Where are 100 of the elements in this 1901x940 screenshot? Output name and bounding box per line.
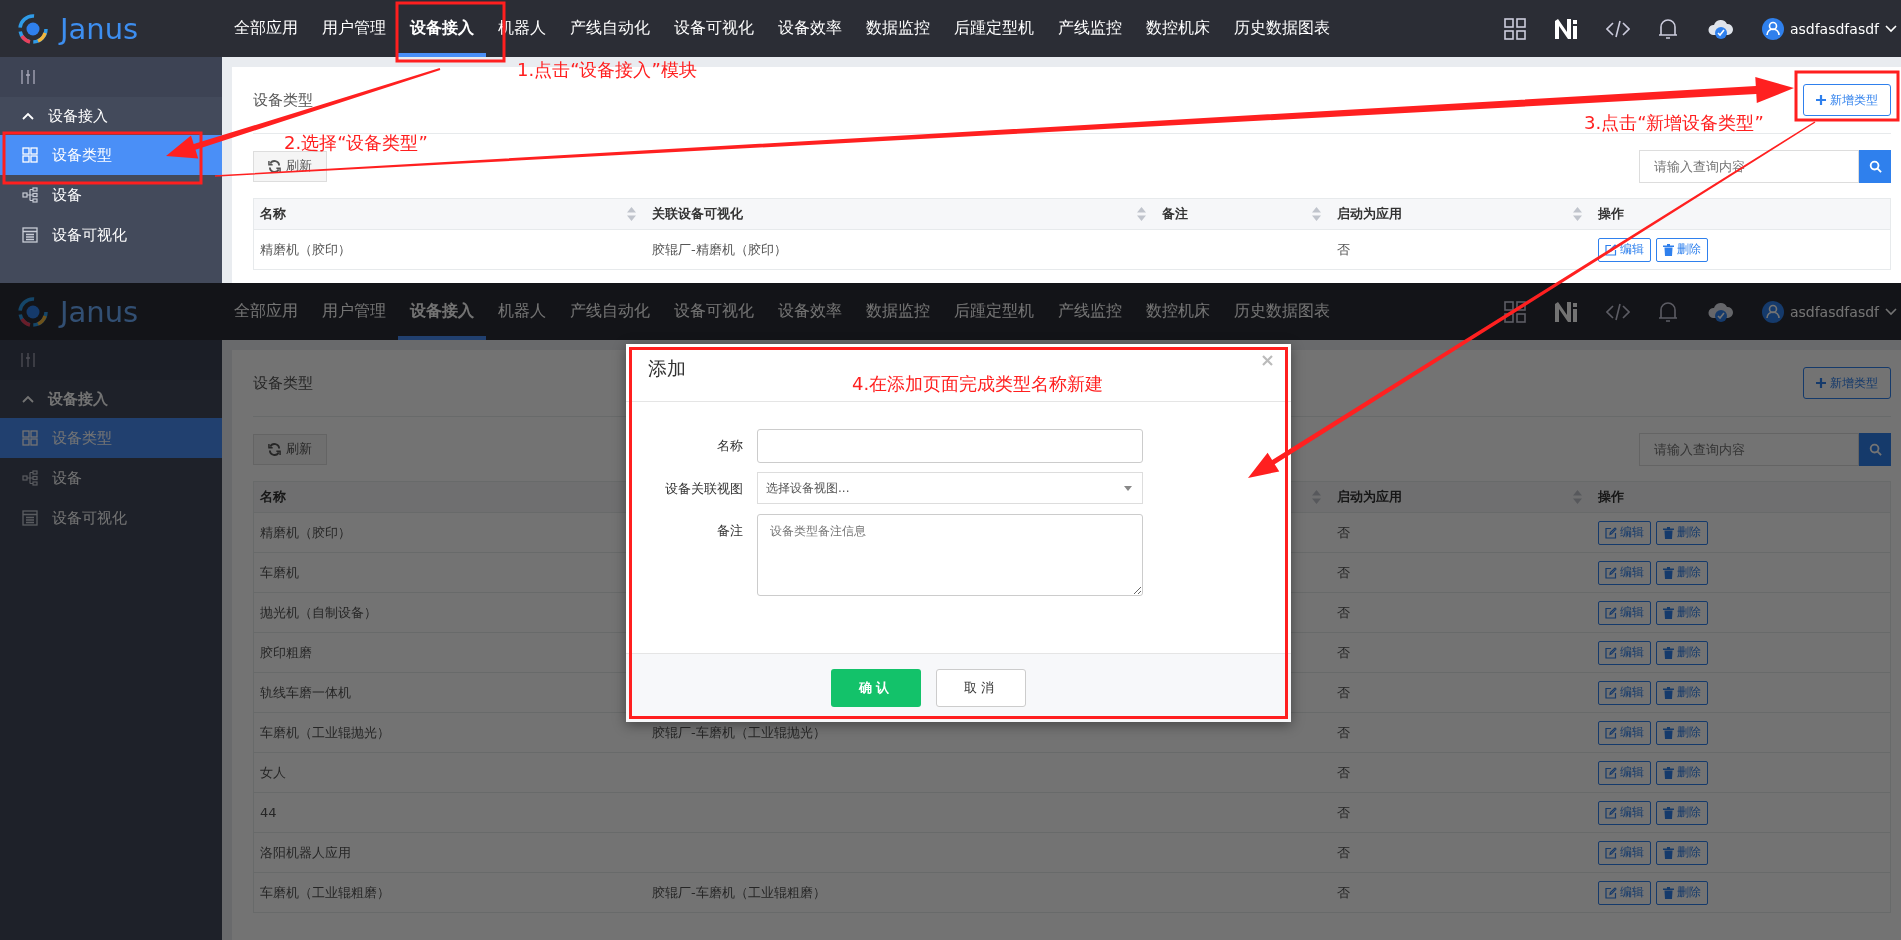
- sidebar-group-label: 设备接入: [48, 389, 108, 409]
- delete-button[interactable]: 删除: [1656, 720, 1708, 745]
- edit-button[interactable]: 编辑: [1598, 600, 1651, 625]
- table-cell: 车磨机（工业辊粗磨）: [260, 883, 390, 902]
- close-icon[interactable]: [1262, 355, 1273, 366]
- name-input[interactable]: [757, 429, 1143, 463]
- chevron-icon: [22, 112, 34, 120]
- nav-tab[interactable]: 用户管理: [310, 0, 398, 57]
- nav-tab[interactable]: 设备接入: [398, 283, 486, 340]
- edit-button[interactable]: 编辑: [1598, 760, 1651, 785]
- search-button[interactable]: [1859, 149, 1891, 183]
- nav-tab[interactable]: 机器人: [486, 283, 558, 340]
- delete-button[interactable]: 删除: [1656, 680, 1708, 705]
- delete-button[interactable]: 删除: [1656, 600, 1708, 625]
- nav-tab[interactable]: 设备可视化: [662, 283, 766, 340]
- nav-tab[interactable]: 产线自动化: [558, 283, 662, 340]
- user-name[interactable]: asdfasdfasdf: [1789, 303, 1879, 320]
- chevron-icon: [22, 395, 34, 403]
- delete-button[interactable]: 删除: [1656, 840, 1708, 865]
- field-label: 名称: [716, 437, 744, 455]
- sidebar-item[interactable]: 设备: [0, 458, 222, 498]
- nav-tab[interactable]: 全部应用: [222, 0, 310, 57]
- column-header[interactable]: 启动为应用: [1337, 488, 1402, 506]
- delete-button[interactable]: 删除: [1656, 560, 1708, 585]
- delete-button[interactable]: 删除: [1656, 237, 1708, 262]
- nav-tab[interactable]: 数据监控: [854, 0, 942, 57]
- remark-textarea[interactable]: 设备类型备注信息: [757, 514, 1143, 596]
- refresh-icon: [268, 159, 281, 173]
- delete-button[interactable]: 删除: [1656, 760, 1708, 785]
- tree-icon: [22, 187, 38, 203]
- column-header[interactable]: 操作: [1598, 488, 1624, 506]
- column-header[interactable]: 启动为应用: [1337, 205, 1402, 223]
- view-select[interactable]: 选择设备视图...: [757, 472, 1143, 504]
- edit-button[interactable]: 编辑: [1598, 640, 1651, 665]
- nav-tab[interactable]: 后踵定型机: [942, 283, 1046, 340]
- avatar-icon[interactable]: [1761, 17, 1784, 40]
- nav-tab[interactable]: 产线自动化: [558, 0, 662, 57]
- search-icon: [1868, 442, 1882, 456]
- sidebar-item[interactable]: 设备可视化: [0, 215, 222, 255]
- user-name[interactable]: asdfasdfasdf: [1789, 20, 1879, 37]
- edit-icon: [1605, 566, 1617, 579]
- edit-button[interactable]: 编辑: [1598, 680, 1651, 705]
- collapse-icon[interactable]: [20, 69, 36, 85]
- nav-tab[interactable]: 数控机床: [1134, 283, 1222, 340]
- sidebar-group[interactable]: 设备接入: [0, 97, 222, 135]
- trash-icon: [1663, 606, 1674, 619]
- edit-button[interactable]: 编辑: [1598, 800, 1651, 825]
- nav-tab[interactable]: 历史数据图表: [1222, 0, 1342, 57]
- logo-icon: [16, 11, 50, 46]
- edit-button[interactable]: 编辑: [1598, 840, 1651, 865]
- column-header[interactable]: 关联设备可视化: [652, 205, 743, 223]
- dropdown-caret-icon: [1124, 485, 1132, 491]
- nav-tab[interactable]: 设备效率: [766, 0, 854, 57]
- nav-tab[interactable]: 数据监控: [854, 283, 942, 340]
- nav-tab[interactable]: 产线监控: [1046, 283, 1134, 340]
- nav-tab[interactable]: 用户管理: [310, 283, 398, 340]
- table-cell: 否: [1337, 763, 1350, 782]
- column-header[interactable]: 名称: [260, 205, 286, 223]
- nav-tab[interactable]: 全部应用: [222, 283, 310, 340]
- edit-button[interactable]: 编辑: [1598, 560, 1651, 585]
- nav-tab[interactable]: 设备接入: [398, 0, 486, 57]
- cancel-button[interactable]: 取消: [936, 669, 1026, 707]
- edit-button[interactable]: 编辑: [1598, 237, 1651, 262]
- search-icon: [1868, 159, 1882, 173]
- sidebar-item[interactable]: 设备可视化: [0, 498, 222, 538]
- sidebar-group[interactable]: 设备接入: [0, 380, 222, 418]
- add-type-button[interactable]: 新增类型: [1803, 84, 1891, 116]
- delete-button[interactable]: 删除: [1656, 800, 1708, 825]
- field-label: 备注: [716, 522, 744, 540]
- search-button[interactable]: [1859, 432, 1891, 466]
- delete-button[interactable]: 删除: [1656, 640, 1708, 665]
- code-icon[interactable]: [1605, 18, 1630, 39]
- column-header[interactable]: 名称: [260, 488, 286, 506]
- apps-grid-icon[interactable]: [1503, 300, 1526, 323]
- brand-mark-icon[interactable]: [1553, 17, 1578, 40]
- sidebar-item[interactable]: 设备类型: [0, 135, 222, 175]
- sidebar-group-label: 设备接入: [48, 106, 108, 126]
- nav-tab[interactable]: 设备效率: [766, 283, 854, 340]
- apps-grid-icon[interactable]: [1503, 17, 1526, 40]
- edit-button[interactable]: 编辑: [1598, 520, 1651, 545]
- delete-button[interactable]: 删除: [1656, 880, 1708, 905]
- sidebar-item[interactable]: 设备: [0, 175, 222, 215]
- table-cell: 胶印粗磨: [260, 643, 312, 662]
- refresh-button[interactable]: 刷新: [253, 433, 327, 465]
- confirm-button[interactable]: 确认: [831, 669, 921, 707]
- edit-button[interactable]: 编辑: [1598, 880, 1651, 905]
- column-header[interactable]: 备注: [1162, 205, 1188, 223]
- nav-tab[interactable]: 数控机床: [1134, 0, 1222, 57]
- column-header[interactable]: 操作: [1598, 205, 1624, 223]
- nav-tab[interactable]: 设备可视化: [662, 0, 766, 57]
- logo-text: Janus: [60, 294, 139, 329]
- sidebar-item[interactable]: 设备类型: [0, 418, 222, 458]
- window-icon: [22, 510, 38, 526]
- chevron-down-icon[interactable]: [1885, 24, 1897, 33]
- nav-tab[interactable]: 产线监控: [1046, 0, 1134, 57]
- bell-icon[interactable]: [1657, 16, 1678, 41]
- add-type-button[interactable]: 新增类型: [1803, 367, 1891, 399]
- edit-button[interactable]: 编辑: [1598, 720, 1651, 745]
- nav-tab[interactable]: 后踵定型机: [942, 0, 1046, 57]
- delete-button[interactable]: 删除: [1656, 520, 1708, 545]
